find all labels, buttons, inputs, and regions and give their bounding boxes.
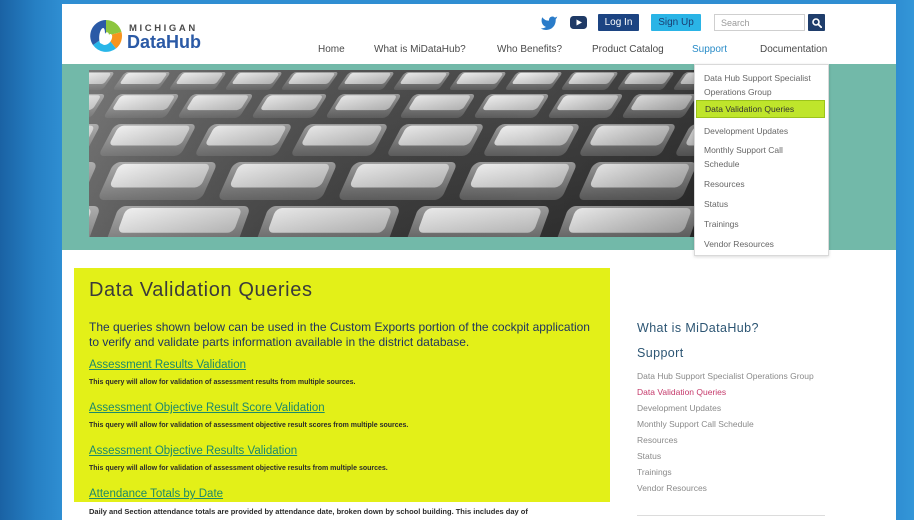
page: MICHIGAN DataHub Log In Sign Up Home Wha… <box>62 4 896 520</box>
query-description: Daily and Section attendance totals are … <box>89 507 528 516</box>
sidebar-item-resources[interactable]: Resources <box>637 432 837 448</box>
support-dropdown-menu: Data Hub Support Specialist Operations G… <box>694 64 829 256</box>
dropdown-item-resources[interactable]: Resources <box>704 177 817 191</box>
twitter-icon[interactable] <box>540 15 558 30</box>
query-link-assessment-objective-result-score-validation[interactable]: Assessment Objective Result Score Valida… <box>89 401 649 415</box>
sidebar-item-monthly-support-call-schedule[interactable]: Monthly Support Call Schedule <box>637 416 837 432</box>
signup-button[interactable]: Sign Up <box>651 14 701 31</box>
nav-support[interactable]: Support <box>692 43 727 57</box>
login-button[interactable]: Log In <box>598 14 639 31</box>
query-list: Assessment Results Validation This query… <box>89 358 649 517</box>
sidebar-divider <box>637 515 825 516</box>
query-item: Assessment Objective Result Score Valida… <box>89 401 649 431</box>
sidebar-item-development-updates[interactable]: Development Updates <box>637 400 837 416</box>
sidebar-heading-what-is-midatahub[interactable]: What is MiDataHub? <box>637 321 759 335</box>
query-item: Assessment Objective Results Validation … <box>89 444 649 474</box>
dropdown-item-specialist-operations-group[interactable]: Data Hub Support Specialist Operations G… <box>704 71 817 99</box>
page-title: Data Validation Queries <box>89 279 313 301</box>
search-input[interactable] <box>714 14 805 31</box>
sidebar-item-vendor-resources[interactable]: Vendor Resources <box>637 480 837 496</box>
nav-what-is-midatahub[interactable]: What is MiDataHub? <box>374 43 466 57</box>
sidebar-item-data-validation-queries[interactable]: Data Validation Queries <box>637 384 837 400</box>
query-link-attendance-totals-by-date[interactable]: Attendance Totals by Date <box>89 487 649 501</box>
query-item: Assessment Results Validation This query… <box>89 358 649 388</box>
query-description: This query will allow for validation of … <box>89 465 388 472</box>
youtube-icon[interactable] <box>570 16 587 29</box>
dropdown-item-development-updates[interactable]: Development Updates <box>704 124 817 138</box>
dropdown-item-monthly-support-call-schedule[interactable]: Monthly Support Call Schedule <box>704 143 817 171</box>
logo-name-text[interactable]: DataHub <box>127 32 201 52</box>
dropdown-item-data-validation-queries[interactable]: Data Validation Queries <box>696 100 825 118</box>
query-description: This query will allow for validation of … <box>89 422 409 429</box>
sidebar-item-trainings[interactable]: Trainings <box>637 464 837 480</box>
dropdown-item-trainings[interactable]: Trainings <box>704 217 817 231</box>
sidebar-heading-support[interactable]: Support <box>637 346 684 360</box>
search-icon <box>811 17 822 28</box>
michigan-datahub-logo-icon[interactable] <box>88 19 124 53</box>
sidebar-item-status[interactable]: Status <box>637 448 837 464</box>
query-link-assessment-objective-results-validation[interactable]: Assessment Objective Results Validation <box>89 444 649 458</box>
sidebar-support-list: Data Hub Support Specialist Operations G… <box>637 368 837 496</box>
query-link-assessment-results-validation[interactable]: Assessment Results Validation <box>89 358 649 372</box>
dropdown-item-vendor-resources[interactable]: Vendor Resources <box>704 237 817 251</box>
nav-who-benefits[interactable]: Who Benefits? <box>497 43 562 57</box>
query-description: This query will allow for validation of … <box>89 379 356 386</box>
query-item: Attendance Totals by Date Daily and Sect… <box>89 487 649 517</box>
nav-product-catalog[interactable]: Product Catalog <box>592 43 664 57</box>
intro-paragraph: The queries shown below can be used in t… <box>89 320 590 349</box>
nav-documentation[interactable]: Documentation <box>760 43 827 57</box>
sidebar-item-specialist-operations-group[interactable]: Data Hub Support Specialist Operations G… <box>637 368 837 384</box>
nav-home[interactable]: Home <box>318 43 345 57</box>
dropdown-item-status[interactable]: Status <box>704 197 817 211</box>
search-button[interactable] <box>808 14 825 31</box>
